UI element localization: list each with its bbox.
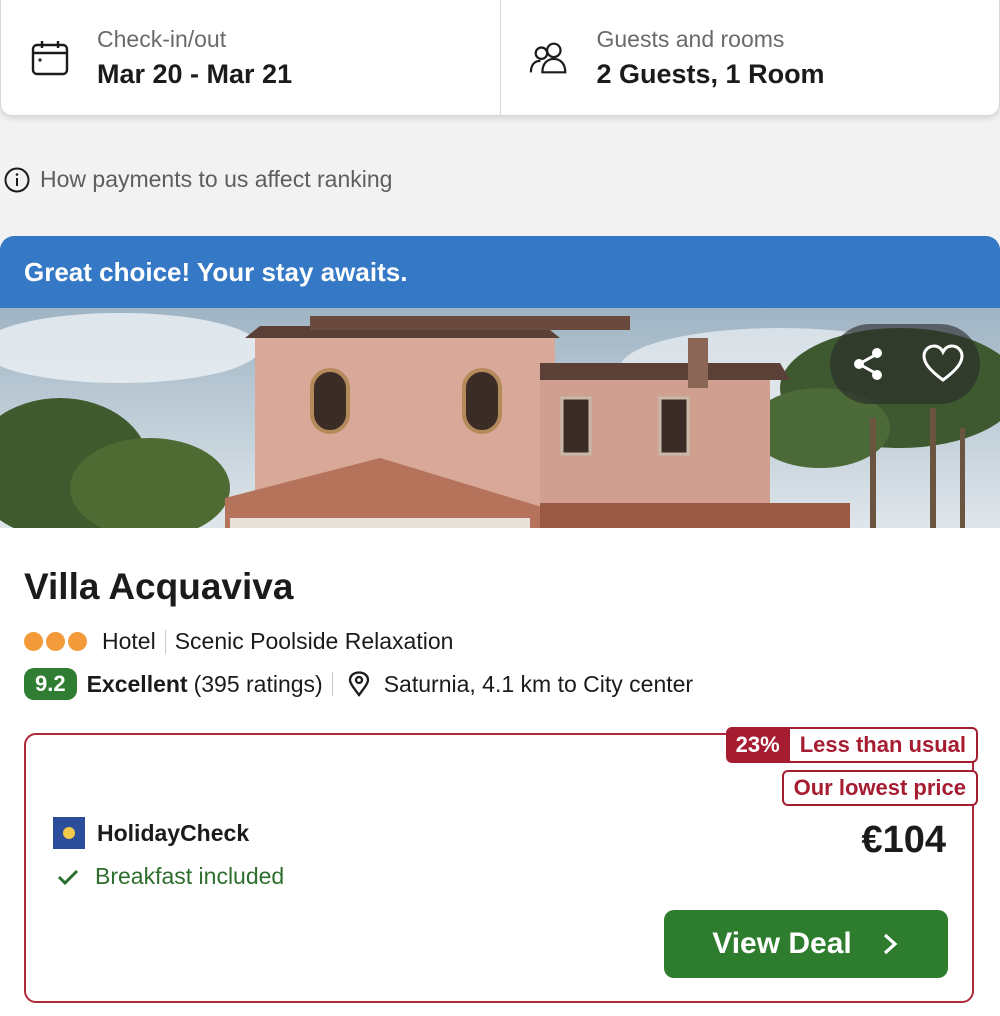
heart-icon[interactable] [917,338,969,390]
hotel-photo[interactable] [0,308,1000,528]
perk-text: Breakfast included [95,863,285,889]
rating-row: 9.2 Excellent (395 ratings) Saturnia, 4.… [24,668,693,700]
perk: Breakfast included [57,863,284,890]
deal-box[interactable]: 23% Less than usual Our lowest price Hol… [24,727,978,1003]
check-icon [57,869,79,885]
discount-text: Less than usual [789,727,978,763]
calendar-icon [29,37,71,79]
hotel-class-dots [24,632,90,651]
divider [331,672,333,696]
checkin-value: Mar 20 - Mar 21 [97,58,293,89]
hotel-meta: Hotel Scenic Poolside Relaxation [24,628,453,655]
lowest-price-badge: Our lowest price [781,770,978,806]
hotel-location: Saturnia, 4.1 km to City center [383,670,694,697]
discount-badge: 23% Less than usual [725,727,978,763]
users-icon [529,37,571,79]
map-pin-icon [348,671,369,697]
view-deal-label: View Deal [712,927,852,960]
provider-name: HolidayCheck [97,819,250,846]
guests-selector[interactable]: Guests and rooms 2 Guests, 1 Room [499,0,1000,115]
search-bar: Check-in/out Mar 20 - Mar 21 Guests and … [0,0,1000,116]
hotel-card[interactable]: Great choice! Your stay awaits. Villa Ac… [0,236,1000,1016]
guests-label: Guests and rooms [596,25,785,52]
info-icon [4,167,30,192]
holidaycheck-logo [53,817,85,849]
hotel-type: Hotel [102,628,156,654]
divider [164,629,166,654]
rating-count: (395 ratings) [193,670,323,697]
hotel-name[interactable]: Villa Acquaviva [24,566,293,608]
share-icon[interactable] [842,338,894,390]
star-dot [46,632,65,651]
ranking-info-link[interactable]: How payments to us affect ranking [4,166,392,193]
provider: HolidayCheck [53,817,249,849]
ranking-note: How payments to us affect ranking [40,166,393,192]
checkin-label: Check-in/out [97,25,227,52]
discount-percent: 23% [725,727,790,763]
view-deal-button[interactable]: View Deal [664,910,948,978]
star-dot [68,632,87,651]
price: €104 [861,819,946,861]
guests-value: 2 Guests, 1 Room [596,58,825,89]
checkin-selector[interactable]: Check-in/out Mar 20 - Mar 21 [1,0,500,115]
hotel-tagline: Scenic Poolside Relaxation [174,628,454,654]
star-dot [24,632,43,651]
chevron-right-icon [883,933,898,955]
photo-actions [830,324,980,404]
card-banner: Great choice! Your stay awaits. [0,236,1000,308]
rating-word: Excellent [86,670,188,697]
score-badge: 9.2 [24,668,77,700]
